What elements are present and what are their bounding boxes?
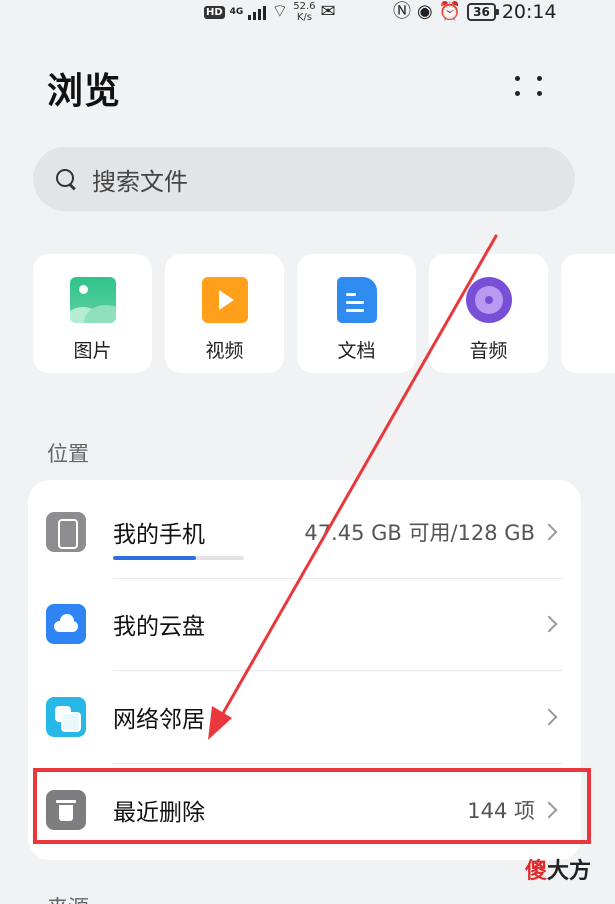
category-label: 文档 bbox=[337, 340, 376, 362]
chevron-right-icon bbox=[540, 615, 558, 633]
category-card-videos[interactable]: 视频 bbox=[165, 254, 284, 373]
watermark: 傻大方 bbox=[525, 853, 591, 885]
category-card-audio[interactable]: 音频 bbox=[429, 254, 548, 373]
storage-usage-fill bbox=[113, 556, 196, 560]
category-card-images[interactable]: 图片 bbox=[33, 254, 152, 373]
video-icon bbox=[201, 277, 248, 323]
page-title: 浏览 bbox=[47, 71, 122, 112]
chevron-right-icon bbox=[540, 523, 558, 541]
wechat-icon: ✉ bbox=[320, 1, 336, 22]
cloud-icon bbox=[46, 604, 86, 644]
category-label: 视频 bbox=[205, 340, 244, 362]
location-label: 我的云盘 bbox=[113, 614, 205, 640]
search-placeholder: 搜索文件 bbox=[92, 167, 188, 196]
category-label: 音频 bbox=[469, 340, 508, 362]
storage-usage-bar bbox=[113, 556, 244, 560]
deleted-count: 144 项 bbox=[467, 799, 535, 823]
locations-section-title: 位置 bbox=[47, 442, 89, 466]
location-item-my-cloud[interactable]: 我的云盘 bbox=[28, 578, 581, 670]
nfc-icon: Ⓝ bbox=[393, 1, 411, 22]
chevron-right-icon bbox=[540, 801, 558, 819]
location-item-my-phone[interactable]: 我的手机 47.45 GB 可用/128 GB bbox=[28, 486, 581, 578]
network-speed-unit: K/s bbox=[296, 12, 312, 23]
status-bar: HD 4G ⌔ 52.6 K/s ✉ Ⓝ ◉ ⏰ 36 20:14 bbox=[0, 0, 615, 26]
category-label: 图片 bbox=[73, 340, 112, 362]
eye-comfort-icon: ◉ bbox=[417, 1, 433, 22]
phone-icon bbox=[46, 512, 86, 552]
status-right: Ⓝ ◉ ⏰ 36 20:14 bbox=[393, 1, 557, 23]
category-card-documents[interactable]: 文档 bbox=[297, 254, 416, 373]
signal-strength-icon bbox=[248, 4, 267, 20]
clock: 20:14 bbox=[501, 1, 557, 23]
more-options-icon[interactable] bbox=[514, 68, 550, 104]
network-type-label: 4G bbox=[229, 7, 244, 17]
location-item-recently-deleted[interactable]: 最近删除 144 项 bbox=[28, 764, 581, 856]
network-speed: 52.6 K/s bbox=[293, 1, 315, 23]
network-icon bbox=[46, 697, 86, 737]
document-icon bbox=[336, 277, 377, 323]
location-label: 最近删除 bbox=[113, 800, 205, 826]
locations-list: 我的手机 47.45 GB 可用/128 GB 我的云盘 网络邻居 最近删除 1… bbox=[28, 480, 581, 860]
location-item-network-neighborhood[interactable]: 网络邻居 bbox=[28, 671, 581, 763]
network-speed-value: 52.6 bbox=[293, 1, 316, 12]
search-input[interactable]: 搜索文件 bbox=[33, 147, 575, 211]
trash-icon bbox=[46, 790, 86, 830]
wifi-icon: ⌔ bbox=[271, 1, 289, 22]
watermark-part1: 傻 bbox=[525, 859, 548, 884]
storage-info: 47.45 GB 可用/128 GB bbox=[304, 521, 535, 545]
chevron-right-icon bbox=[540, 708, 558, 726]
category-cards: 图片 视频 文档 音频 bbox=[33, 254, 615, 374]
image-icon bbox=[69, 277, 116, 323]
status-left: HD 4G ⌔ 52.6 K/s ✉ bbox=[204, 1, 336, 23]
sources-section-title: 来源 bbox=[47, 892, 89, 904]
battery-icon: 36 bbox=[467, 3, 499, 21]
hd-voice-icon: HD bbox=[204, 5, 225, 19]
search-icon bbox=[55, 168, 77, 190]
watermark-part2: 大方 bbox=[547, 859, 592, 884]
audio-icon bbox=[465, 277, 512, 323]
location-label: 我的手机 bbox=[113, 522, 205, 548]
alarm-icon: ⏰ bbox=[438, 1, 462, 22]
category-card-more[interactable] bbox=[561, 254, 615, 373]
location-label: 网络邻居 bbox=[113, 707, 205, 733]
